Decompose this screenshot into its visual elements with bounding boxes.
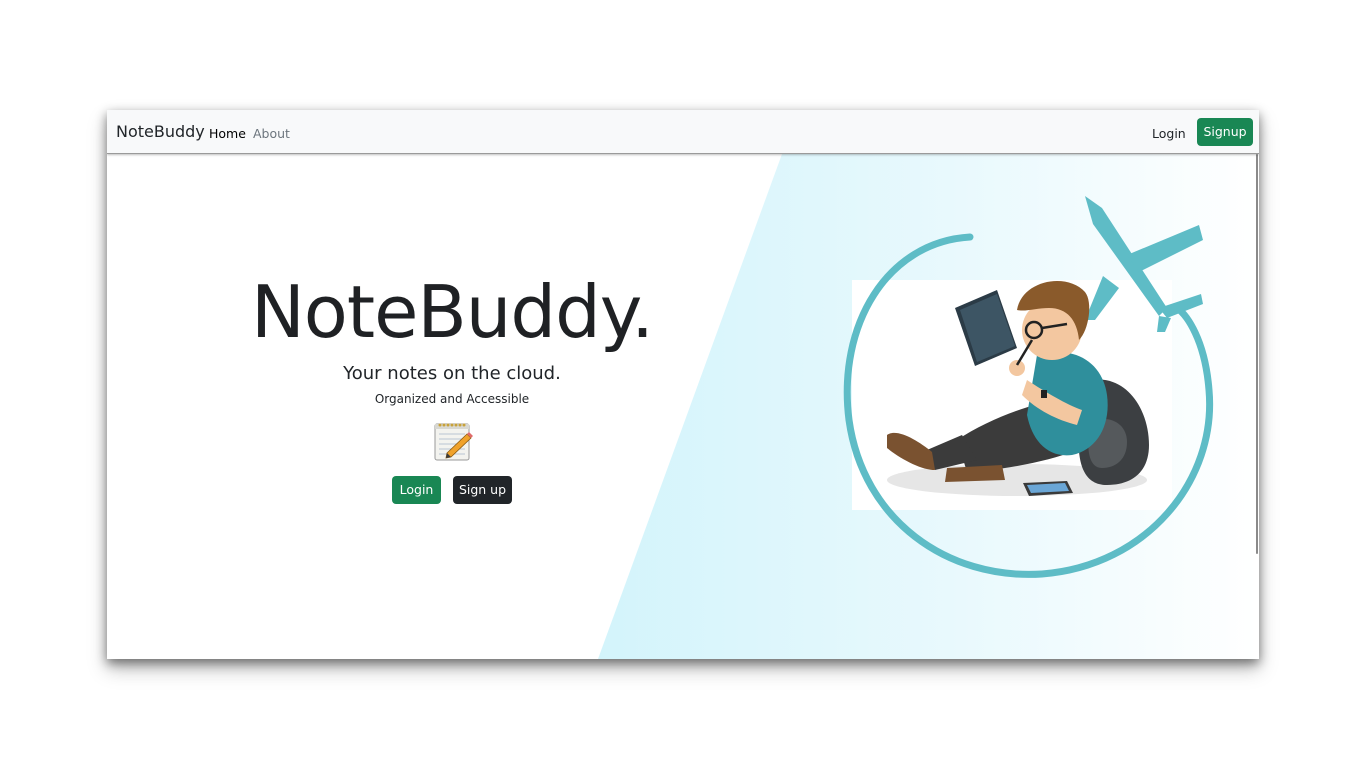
scrollbar[interactable] [1256,154,1258,554]
nav-link-about[interactable]: About [253,126,290,141]
hero-subtitle: Your notes on the cloud. [343,363,561,384]
hero-signup-button[interactable]: Sign up [453,476,512,504]
navbar-signup-button[interactable]: Signup [1197,118,1253,146]
nav-link-home[interactable]: Home [209,126,246,141]
student-reading-illustration [843,196,1214,578]
notepad-icon [434,423,473,461]
hero-tagline: Organized and Accessible [374,392,530,406]
browser-window: NoteBuddy Home About Login Signup NoteBu… [107,110,1259,659]
navbar-login-link[interactable]: Login [1152,126,1186,141]
navbar-brand[interactable]: NoteBuddy [116,122,205,141]
navbar: NoteBuddy Home About Login Signup [107,110,1259,154]
hero-title: NoteBuddy. [250,270,654,354]
hero-login-button[interactable]: Login [392,476,441,504]
